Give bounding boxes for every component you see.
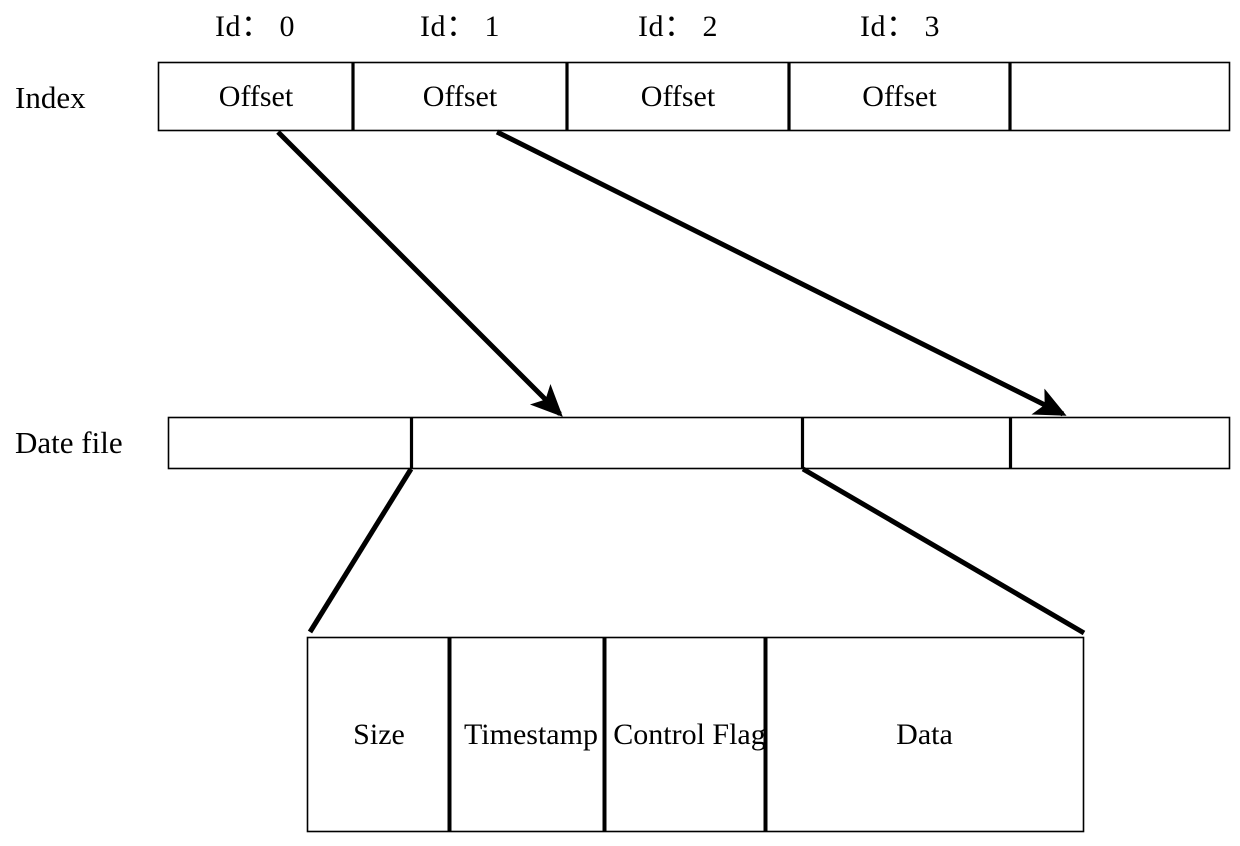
index-cell-1[interactable]: Offset: [353, 63, 567, 130]
data-file-cell-1[interactable]: [412, 418, 803, 468]
diagram-root: Index Date file Id： 0 Id： 1 Id： 2 Id： 3 …: [0, 0, 1240, 846]
data-file-cell-2[interactable]: [803, 418, 1011, 468]
record-field-data[interactable]: Data: [766, 638, 1083, 831]
id-header-0: Id： 0: [215, 10, 295, 43]
data-file-cell-0[interactable]: [169, 418, 412, 468]
record-expand-right-line: [801, 466, 1086, 636]
index-cell-2[interactable]: Offset: [567, 63, 789, 130]
record-expand-left-line: [307, 467, 414, 634]
offset-0-arrow: [276, 130, 563, 417]
index-row-label: Index: [15, 80, 86, 115]
index-cell-0[interactable]: Offset: [159, 63, 353, 130]
data-file-row-label: Date file: [15, 425, 123, 460]
index-cell-3[interactable]: Offset: [789, 63, 1010, 130]
id-header-1: Id： 1: [420, 10, 500, 43]
id-header-2: Id： 2: [638, 10, 718, 43]
index-cell-4[interactable]: [1010, 63, 1230, 130]
record-field-control-flag[interactable]: Control Flag: [608, 638, 771, 831]
data-file-cell-3[interactable]: [1011, 418, 1230, 468]
id-header-3: Id： 3: [860, 10, 940, 43]
offset-1-arrow: [495, 129, 1067, 417]
record-field-size[interactable]: Size: [308, 638, 450, 831]
record-field-timestamp[interactable]: Timestamp: [452, 638, 610, 831]
